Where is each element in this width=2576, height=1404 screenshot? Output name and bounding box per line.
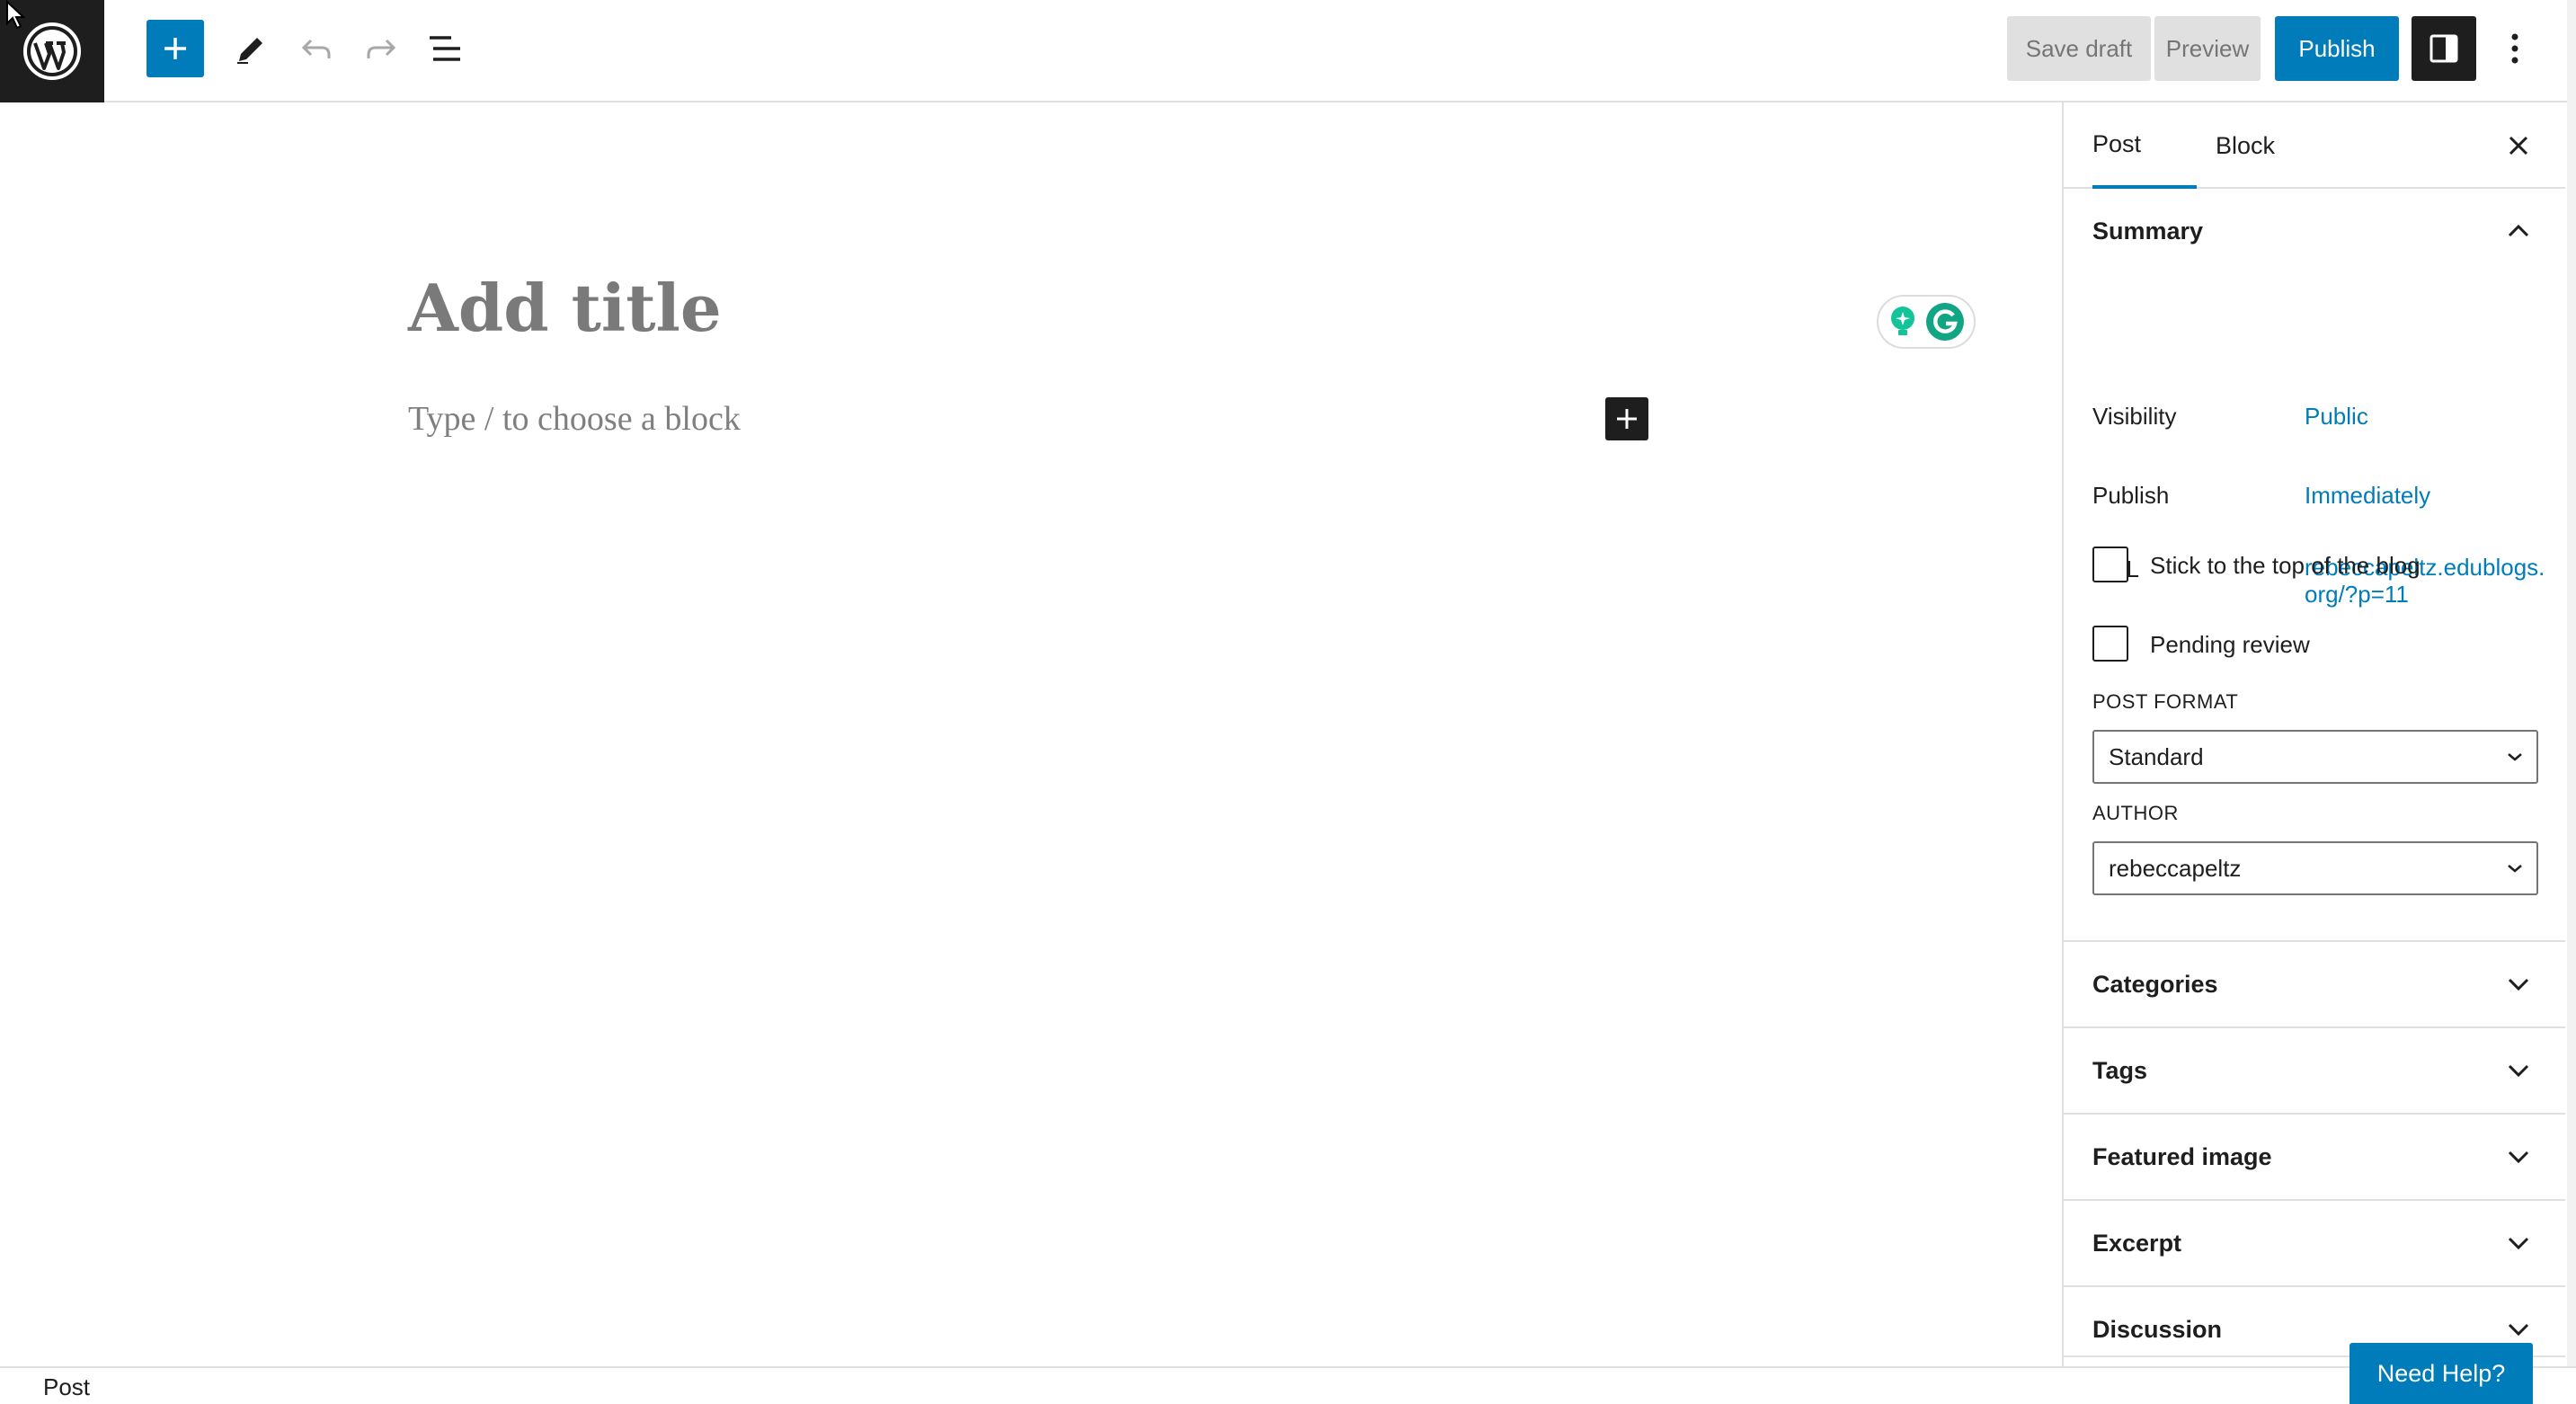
pending-review-checkbox[interactable]	[2092, 626, 2128, 662]
plus-icon	[164, 38, 186, 59]
tab-block[interactable]: Block	[2200, 102, 2290, 189]
pencil-icon	[237, 38, 262, 64]
plus-icon	[1617, 409, 1637, 429]
editor-header: Save draft Preview Publish	[0, 0, 2576, 102]
chevron-down-icon	[2508, 1237, 2529, 1249]
categories-heading: Categories	[2092, 970, 2218, 998]
chevron-down-icon	[2508, 753, 2522, 761]
settings-toggle-button[interactable]	[2412, 16, 2476, 81]
block-inserter-button[interactable]	[147, 20, 204, 77]
chevron-down-icon	[2508, 1151, 2529, 1163]
undo-button[interactable]	[288, 20, 345, 77]
editor-footer: Post	[0, 1366, 2576, 1404]
chevron-down-icon	[2508, 865, 2522, 873]
sticky-label: Stick to the top of the blog	[2150, 552, 2421, 579]
publish-date-value[interactable]: Immediately	[2305, 482, 2430, 510]
more-vertical-icon	[2511, 33, 2518, 64]
list-view-button[interactable]	[416, 20, 474, 77]
tags-panel-toggle[interactable]: Tags	[2064, 1028, 2565, 1113]
publish-button[interactable]: Publish	[2275, 16, 2399, 81]
preview-button[interactable]: Preview	[2154, 16, 2261, 81]
save-draft-button[interactable]: Save draft	[2007, 16, 2151, 81]
post-title-input[interactable]: Add title	[408, 270, 722, 346]
chevron-up-icon	[2508, 225, 2529, 237]
post-format-select[interactable]: Standard	[2092, 730, 2538, 784]
chevron-down-icon	[2508, 1323, 2529, 1336]
tab-post[interactable]: Post	[2092, 102, 2197, 189]
featured-image-heading: Featured image	[2092, 1142, 2272, 1170]
close-sidebar-button[interactable]	[2499, 126, 2538, 165]
lightbulb-icon	[1891, 307, 1914, 335]
redo-button[interactable]	[352, 20, 410, 77]
pending-review-label: Pending review	[2150, 631, 2310, 658]
grammarly-icon	[1926, 303, 1964, 341]
author-label: AUTHOR	[2092, 802, 2179, 824]
categories-panel-toggle[interactable]: Categories	[2064, 942, 2565, 1026]
publish-label: Publish	[2092, 482, 2170, 509]
chevron-down-icon	[2508, 1064, 2529, 1077]
post-format-value: Standard	[2109, 742, 2204, 770]
tags-heading: Tags	[2092, 1056, 2148, 1084]
redo-icon	[367, 39, 396, 58]
need-help-button[interactable]: Need Help?	[2349, 1343, 2533, 1404]
tools-button[interactable]	[221, 20, 279, 77]
sidebar-icon	[2429, 34, 2458, 63]
list-view-icon	[430, 36, 460, 61]
grammarly-widget[interactable]	[1877, 295, 1976, 349]
breadcrumb[interactable]: Post	[43, 1373, 90, 1401]
discussion-heading: Discussion	[2092, 1315, 2223, 1343]
excerpt-panel-toggle[interactable]: Excerpt	[2064, 1201, 2565, 1285]
excerpt-heading: Excerpt	[2092, 1229, 2182, 1257]
summary-panel-toggle[interactable]: Summary	[2064, 189, 2565, 273]
undo-icon	[301, 39, 331, 58]
author-value: rebeccapeltz	[2109, 854, 2242, 882]
options-menu-button[interactable]	[2490, 16, 2540, 81]
visibility-label: Visibility	[2092, 403, 2177, 430]
close-icon	[2509, 136, 2528, 156]
editor-canvas[interactable]: Add title Type / to choose a block	[0, 102, 2062, 1366]
sticky-checkbox[interactable]	[2092, 546, 2128, 582]
chevron-down-icon	[2508, 978, 2529, 991]
paragraph-block-placeholder[interactable]: Type / to choose a block	[408, 399, 741, 439]
sidebar-tabs: Post Block	[2064, 102, 2565, 189]
featured-image-panel-toggle[interactable]: Featured image	[2064, 1115, 2565, 1199]
summary-heading: Summary	[2092, 217, 2204, 244]
visibility-value[interactable]: Public	[2305, 403, 2368, 431]
post-format-label: POST FORMAT	[2092, 690, 2239, 713]
window-scroll-edge	[2567, 0, 2576, 1404]
author-select[interactable]: rebeccapeltz	[2092, 841, 2538, 895]
mouse-cursor-icon	[6, 0, 26, 30]
add-block-button[interactable]	[1605, 397, 1648, 440]
wordpress-logo-icon	[23, 22, 81, 80]
settings-sidebar: Post Block Summary Visibility Public Pub…	[2062, 102, 2565, 1366]
